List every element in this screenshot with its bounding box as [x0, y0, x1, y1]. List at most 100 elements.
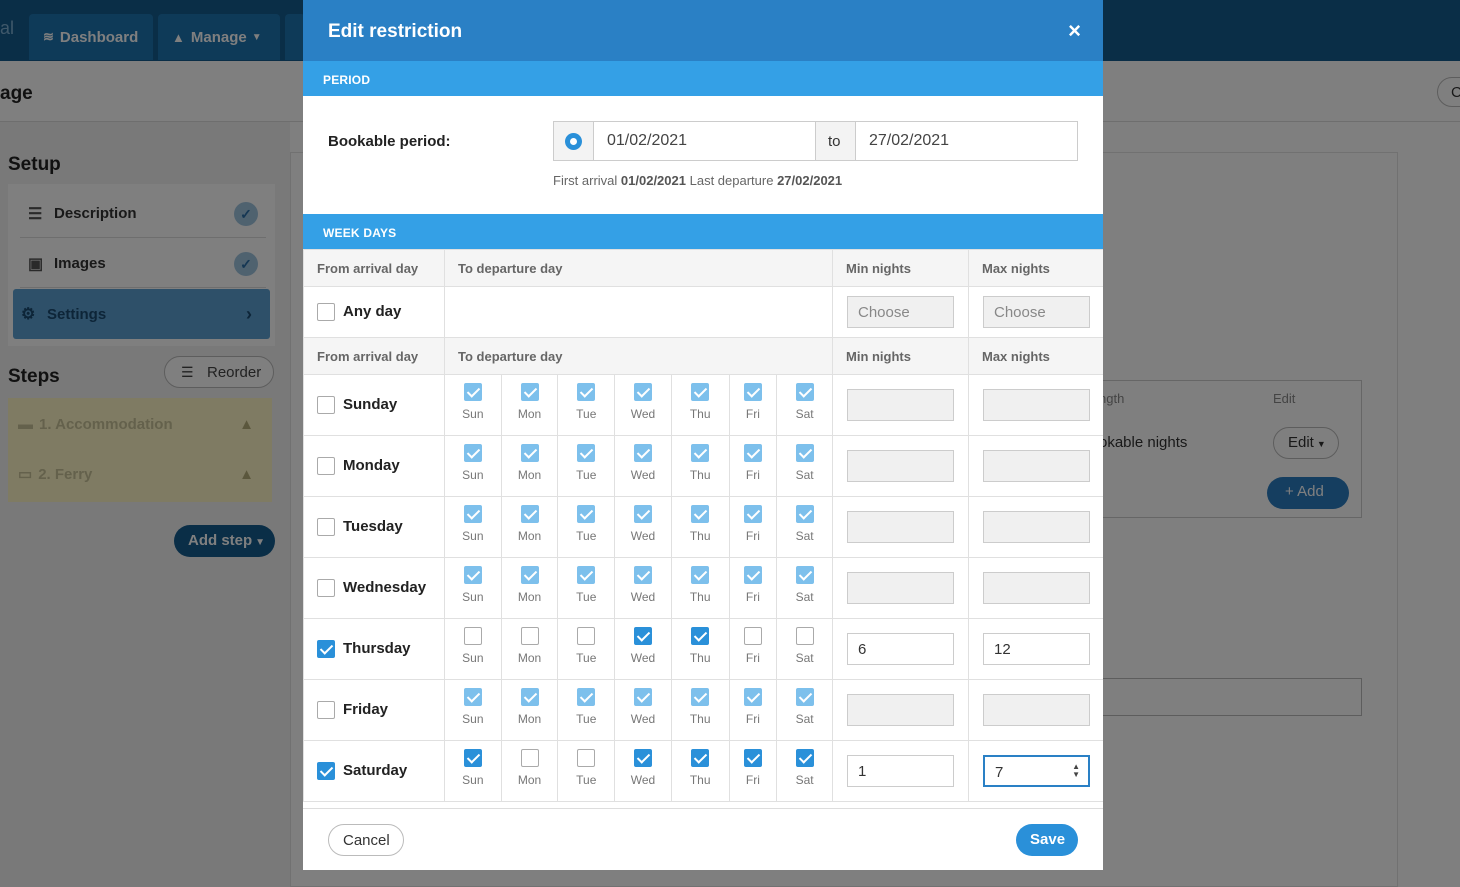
departure-day-option[interactable]: Thu: [672, 375, 730, 435]
departure-day-option[interactable]: Fri: [730, 741, 778, 801]
departure-day-option[interactable]: Tue: [558, 497, 616, 557]
arrival-day-cell[interactable]: Sunday: [303, 374, 445, 436]
departure-day-option[interactable]: Sun: [445, 680, 502, 740]
departure-day-option[interactable]: Wed: [615, 741, 672, 801]
arrival-day-checkbox[interactable]: [317, 457, 335, 476]
departure-day-option[interactable]: Mon: [502, 680, 559, 740]
max-nights-input[interactable]: [983, 511, 1090, 543]
arrival-day-cell[interactable]: Monday: [303, 435, 445, 497]
departure-day-option[interactable]: Tue: [558, 558, 616, 618]
departure-day-option[interactable]: Sat: [777, 680, 832, 740]
departure-day-checkbox[interactable]: [633, 749, 652, 767]
departure-day-option[interactable]: Sat: [777, 741, 832, 801]
departure-day-checkbox[interactable]: [577, 383, 596, 401]
departure-day-checkbox[interactable]: [633, 688, 652, 706]
departure-day-option[interactable]: Sun: [445, 558, 502, 618]
departure-day-checkbox[interactable]: [577, 505, 596, 523]
departure-day-option[interactable]: Wed: [615, 558, 672, 618]
departure-day-option[interactable]: Thu: [672, 436, 730, 496]
close-icon[interactable]: ×: [1068, 18, 1081, 44]
arrival-day-checkbox[interactable]: [317, 701, 335, 720]
departure-day-checkbox[interactable]: [633, 383, 652, 401]
arrival-day-cell[interactable]: Friday: [303, 679, 445, 741]
arrival-day-cell[interactable]: Wednesday: [303, 557, 445, 619]
departure-day-checkbox[interactable]: [520, 566, 539, 584]
departure-day-option[interactable]: Sat: [777, 558, 832, 618]
departure-day-checkbox[interactable]: [691, 566, 710, 584]
departure-day-checkbox[interactable]: [691, 444, 710, 462]
arrival-day-cell[interactable]: Saturday: [303, 740, 445, 802]
max-nights-input[interactable]: [983, 572, 1090, 604]
departure-day-option[interactable]: Tue: [558, 436, 616, 496]
departure-day-checkbox[interactable]: [463, 383, 482, 401]
departure-day-checkbox[interactable]: [633, 444, 652, 462]
departure-day-checkbox[interactable]: [743, 627, 762, 645]
departure-day-option[interactable]: Sat: [777, 497, 832, 557]
departure-day-option[interactable]: Thu: [672, 558, 730, 618]
arrival-day-checkbox[interactable]: [317, 762, 335, 781]
departure-day-checkbox[interactable]: [633, 627, 652, 645]
departure-day-option[interactable]: Thu: [672, 680, 730, 740]
departure-day-checkbox[interactable]: [795, 627, 814, 645]
departure-day-checkbox[interactable]: [463, 566, 482, 584]
min-nights-input[interactable]: 1: [847, 755, 954, 787]
min-nights-input[interactable]: 6: [847, 633, 954, 665]
departure-day-checkbox[interactable]: [520, 749, 539, 767]
departure-day-checkbox[interactable]: [577, 749, 596, 767]
departure-day-checkbox[interactable]: [743, 749, 762, 767]
arrival-day-checkbox[interactable]: [317, 640, 335, 659]
departure-day-checkbox[interactable]: [463, 688, 482, 706]
departure-day-option[interactable]: Sun: [445, 741, 502, 801]
min-nights-input[interactable]: [847, 511, 954, 543]
departure-day-option[interactable]: Sat: [777, 619, 832, 679]
departure-day-checkbox[interactable]: [463, 444, 482, 462]
departure-day-checkbox[interactable]: [795, 383, 814, 401]
departure-day-option[interactable]: Mon: [502, 619, 559, 679]
departure-day-checkbox[interactable]: [577, 688, 596, 706]
departure-day-checkbox[interactable]: [743, 688, 762, 706]
save-button[interactable]: Save: [1016, 824, 1078, 856]
departure-day-option[interactable]: Mon: [502, 558, 559, 618]
departure-day-checkbox[interactable]: [633, 505, 652, 523]
departure-day-checkbox[interactable]: [795, 505, 814, 523]
departure-day-checkbox[interactable]: [520, 444, 539, 462]
arrival-day-cell[interactable]: Thursday: [303, 618, 445, 680]
departure-day-option[interactable]: Fri: [730, 436, 778, 496]
departure-day-checkbox[interactable]: [463, 505, 482, 523]
departure-day-checkbox[interactable]: [520, 383, 539, 401]
date-from-field[interactable]: 01/02/2021: [594, 122, 816, 160]
departure-day-checkbox[interactable]: [743, 505, 762, 523]
departure-day-option[interactable]: Mon: [502, 741, 559, 801]
any-day-max-select[interactable]: Choose: [983, 296, 1090, 328]
departure-day-option[interactable]: Mon: [502, 375, 559, 435]
any-day-min-select[interactable]: Choose: [847, 296, 954, 328]
departure-day-option[interactable]: Sun: [445, 436, 502, 496]
departure-day-option[interactable]: Sun: [445, 375, 502, 435]
departure-day-option[interactable]: Thu: [672, 619, 730, 679]
cancel-button[interactable]: Cancel: [328, 824, 404, 856]
departure-day-option[interactable]: Sun: [445, 619, 502, 679]
period-radio[interactable]: [554, 122, 594, 160]
min-nights-input[interactable]: [847, 389, 954, 421]
departure-day-checkbox[interactable]: [520, 505, 539, 523]
departure-day-option[interactable]: Fri: [730, 558, 778, 618]
departure-day-checkbox[interactable]: [633, 566, 652, 584]
departure-day-checkbox[interactable]: [795, 566, 814, 584]
departure-day-checkbox[interactable]: [795, 749, 814, 767]
departure-day-option[interactable]: Tue: [558, 619, 616, 679]
departure-day-checkbox[interactable]: [691, 688, 710, 706]
departure-day-checkbox[interactable]: [743, 383, 762, 401]
date-to-field[interactable]: 27/02/2021: [856, 122, 1077, 160]
spinner-icon[interactable]: ▲ ▼: [1072, 763, 1080, 779]
departure-day-checkbox[interactable]: [577, 566, 596, 584]
departure-day-checkbox[interactable]: [520, 688, 539, 706]
departure-day-checkbox[interactable]: [520, 627, 539, 645]
departure-day-checkbox[interactable]: [743, 444, 762, 462]
departure-day-option[interactable]: Wed: [615, 619, 672, 679]
departure-day-option[interactable]: Tue: [558, 375, 616, 435]
departure-day-option[interactable]: Fri: [730, 375, 778, 435]
max-nights-input[interactable]: [983, 694, 1090, 726]
departure-day-checkbox[interactable]: [691, 627, 710, 645]
departure-day-option[interactable]: Mon: [502, 436, 559, 496]
any-day-cell[interactable]: Any day: [303, 286, 445, 338]
